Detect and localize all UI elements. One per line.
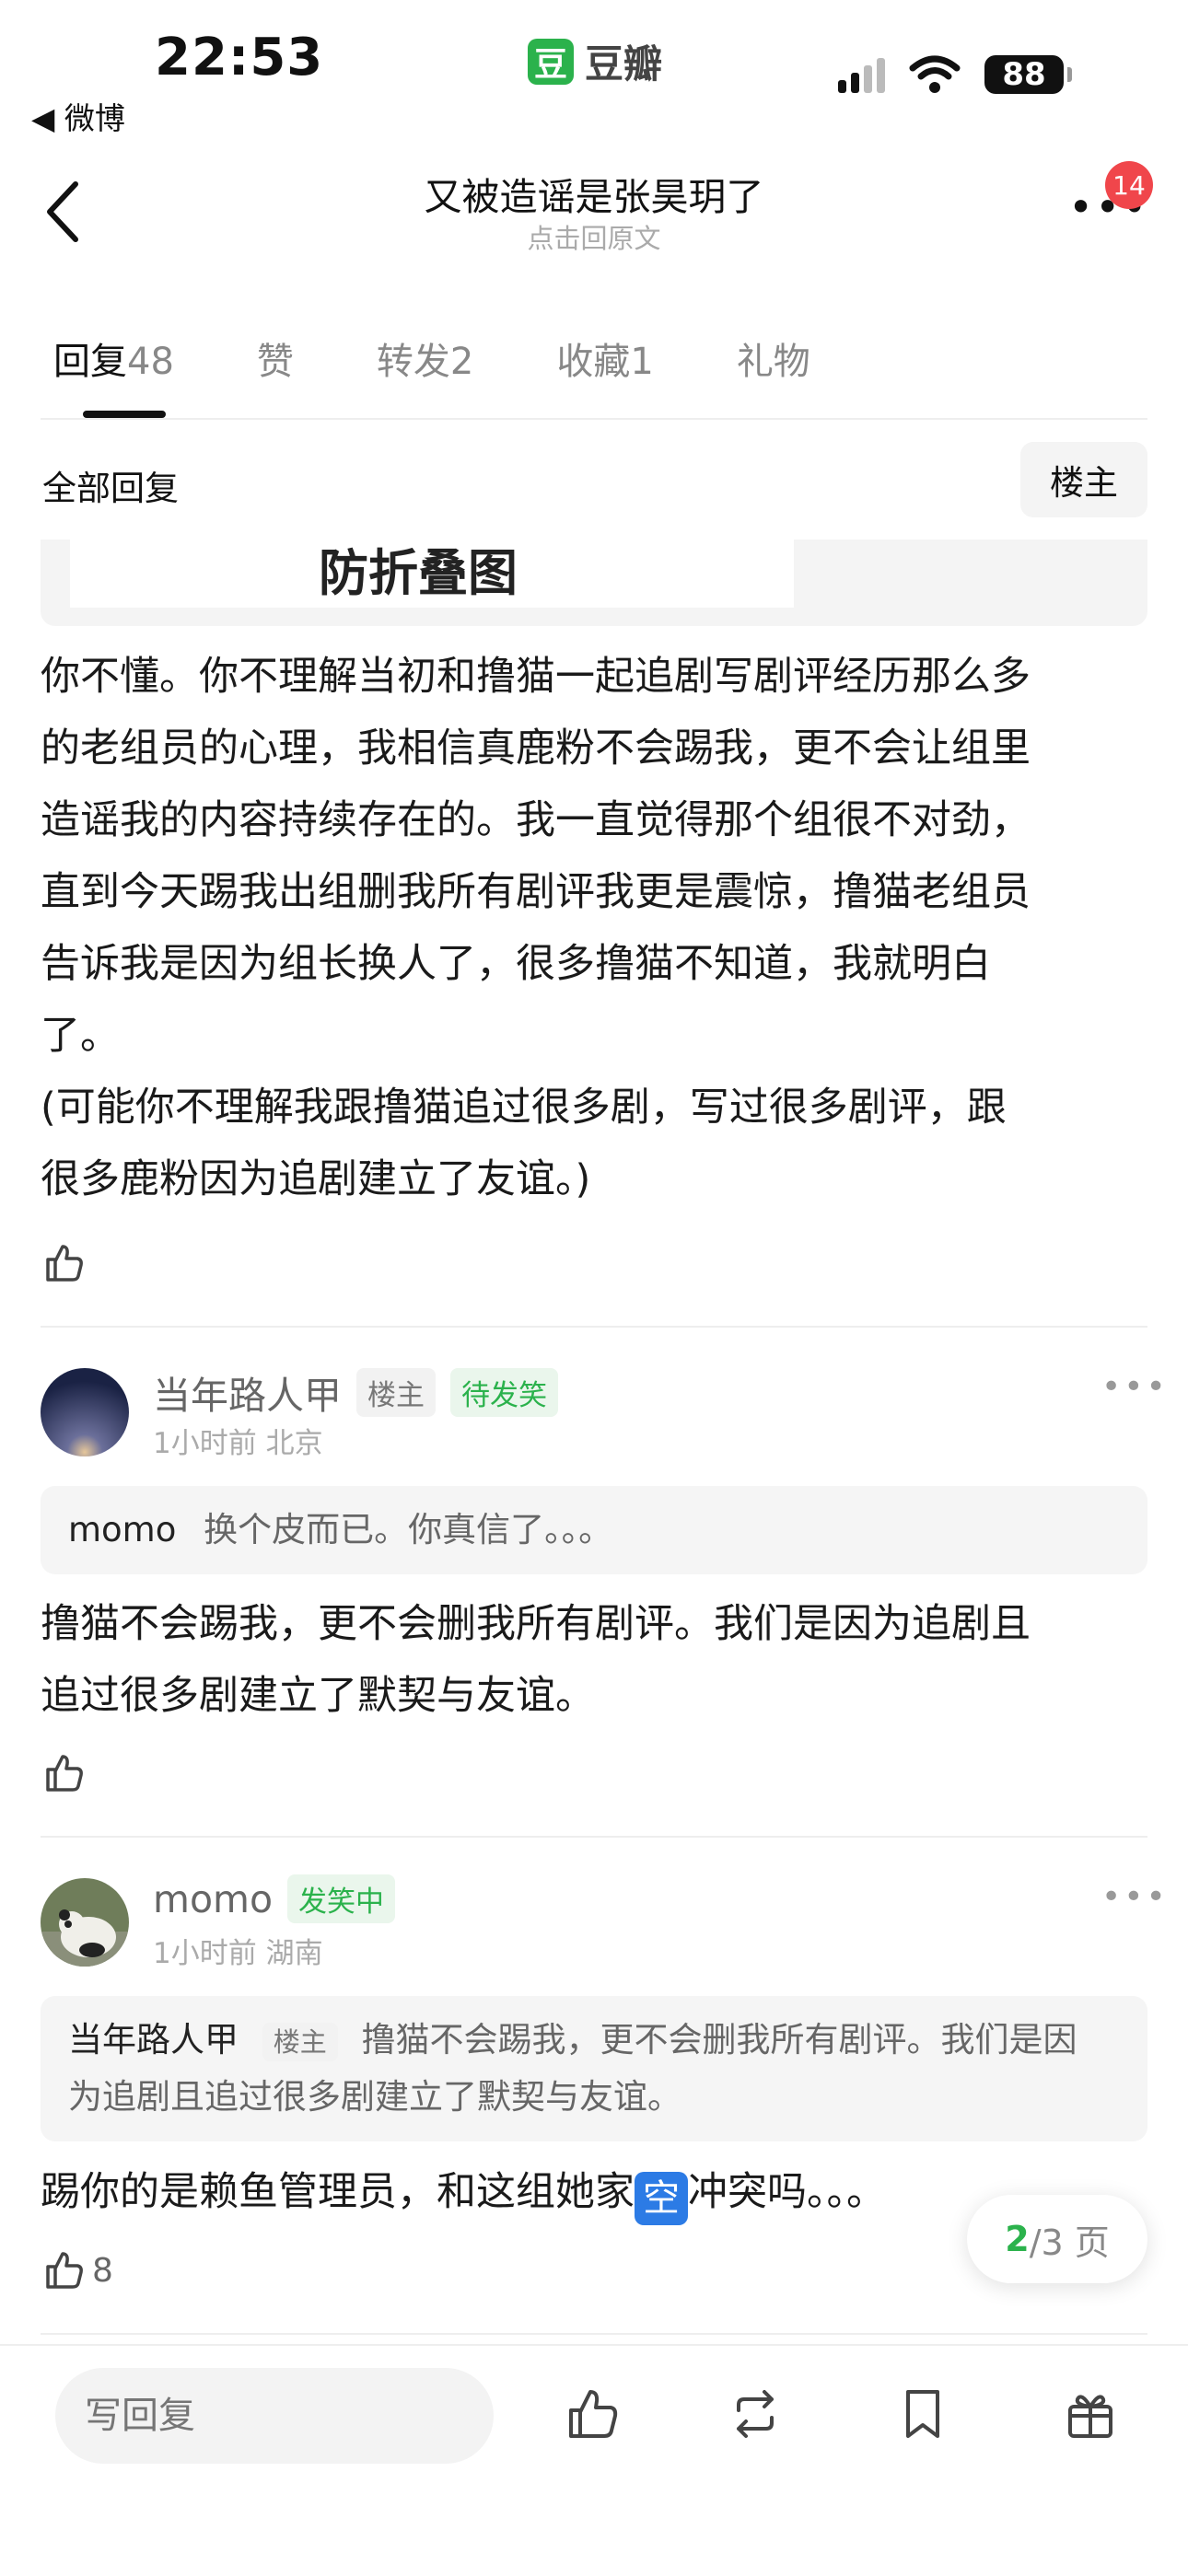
- image-caption: 防折叠图: [319, 544, 518, 602]
- status-tag: 发笑中: [287, 1874, 396, 1923]
- reply-header: momo 发笑中: [153, 1874, 396, 1923]
- post-line: 很多鹿粉因为追剧建立了友谊。): [41, 1156, 591, 1202]
- tab-replies[interactable]: 回复48: [53, 331, 174, 385]
- like-group[interactable]: 8: [42, 2248, 113, 2292]
- app-indicator: 豆 豆瓣: [528, 33, 662, 89]
- post-body: 你不懂。你不理解当初和撸猫一起追剧写剧评经历那么多 的老组员的心理，我相信真鹿粉…: [41, 641, 1155, 1215]
- back-to-original-link[interactable]: 点击回原文: [0, 217, 1188, 256]
- like-icon[interactable]: [42, 2248, 87, 2292]
- notification-badge: 14: [1105, 161, 1153, 209]
- divider: [41, 1326, 1147, 1328]
- status-tag: 待发笑: [450, 1367, 558, 1417]
- like-icon[interactable]: [42, 1241, 87, 1285]
- battery-icon: 88: [984, 55, 1072, 94]
- status-time: 22:53: [155, 28, 324, 87]
- wifi-icon: [909, 55, 961, 93]
- active-tab-indicator: [83, 411, 166, 418]
- page-indicator[interactable]: 2/3 页: [967, 2195, 1147, 2283]
- like-count: 8: [92, 2251, 113, 2290]
- post-line: 直到今天踢我出组删我所有剧评我更是震惊，撸猫老组员: [41, 869, 1031, 915]
- kong-emoji-icon: 空: [635, 2172, 688, 2225]
- current-page: 2: [1005, 2219, 1030, 2259]
- reply-line: 撸猫不会踢我，更不会删我所有剧评。我们是因为追剧且: [41, 1601, 1031, 1647]
- tab-likes[interactable]: 赞: [257, 331, 294, 385]
- username[interactable]: momo: [153, 1877, 273, 1921]
- back-to-weibo[interactable]: ◀ 微博: [31, 94, 125, 138]
- quoted-text: 撸猫不会踢我，更不会删我所有剧评。我们是因: [361, 2020, 1077, 2060]
- reply-line: 冲突吗。。。: [688, 2169, 886, 2215]
- owner-tag: 楼主: [356, 1367, 436, 1417]
- reply-body: 踢你的是赖鱼管理员，和这组她家空冲突吗。。。: [41, 2156, 961, 2228]
- reply-meta: 1小时前 湖南: [153, 1937, 323, 1970]
- douban-logo-icon: 豆: [528, 38, 574, 85]
- cellular-signal-icon: [838, 56, 885, 93]
- total-pages: /3 页: [1029, 2222, 1110, 2263]
- avatar[interactable]: [41, 1878, 129, 1967]
- like-icon[interactable]: [564, 2385, 623, 2443]
- tab-gifts[interactable]: 礼物: [737, 331, 810, 385]
- owner-tag: 楼主: [262, 2023, 338, 2061]
- post-line: 了。: [41, 1013, 120, 1059]
- divider: [41, 418, 1147, 420]
- repost-icon[interactable]: [726, 2385, 785, 2443]
- username[interactable]: 当年路人甲: [153, 1364, 342, 1420]
- reply-input[interactable]: [55, 2368, 494, 2464]
- more-options-icon[interactable]: •••: [1101, 1368, 1169, 1406]
- divider: [41, 2333, 1147, 2335]
- tab-collections[interactable]: 收藏1: [556, 331, 653, 385]
- page-title[interactable]: 又被造谣是张昊玥了: [0, 166, 1188, 221]
- quoted-text: 换个皮而已。你真信了。。。: [204, 1510, 613, 1549]
- all-replies-label: 全部回复: [42, 469, 179, 508]
- quoted-username: 当年路人甲: [68, 2020, 239, 2060]
- post-line: 告诉我是因为组长换人了，很多撸猫不知道，我就明白: [41, 941, 991, 987]
- divider: [41, 1836, 1147, 1838]
- post-line: 你不懂。你不理解当初和撸猫一起追剧写剧评经历那么多: [41, 654, 1031, 700]
- gift-icon[interactable]: [1061, 2385, 1120, 2443]
- reply-body: 撸猫不会踢我，更不会删我所有剧评。我们是因为追剧且 追过很多剧建立了默契与友谊。: [41, 1588, 1155, 1732]
- post-line: (可能你不理解我跟撸猫追过很多剧，写过很多剧评，跟: [41, 1085, 1007, 1131]
- like-icon[interactable]: [42, 1751, 87, 1795]
- reply-line: 踢你的是赖鱼管理员，和这组她家: [41, 2169, 635, 2215]
- app-name: 豆瓣: [585, 41, 663, 87]
- owner-only-button[interactable]: 楼主: [1020, 442, 1147, 517]
- post-line: 的老组员的心理，我相信真鹿粉不会踢我，更不会让组里: [41, 725, 1031, 772]
- tab-reposts[interactable]: 转发2: [377, 331, 473, 385]
- reply-meta: 1小时前 北京: [153, 1427, 323, 1460]
- tab-bar: 回复48 赞 转发2 收藏1 礼物: [53, 331, 893, 385]
- quoted-reply[interactable]: 当年路人甲 楼主 撸猫不会踢我，更不会删我所有剧评。我们是因 为追剧且追过很多剧…: [41, 1996, 1147, 2141]
- quoted-reply[interactable]: momo 换个皮而已。你真信了。。。: [41, 1486, 1147, 1574]
- quoted-username: momo: [68, 1510, 177, 1549]
- status-icons: 88: [838, 55, 1072, 94]
- reply-header: 当年路人甲 楼主 待发笑: [153, 1364, 558, 1420]
- more-options-icon[interactable]: •••: [1101, 1878, 1169, 1916]
- avatar[interactable]: [41, 1368, 129, 1456]
- quoted-text: 为追剧且追过很多剧建立了默契与友谊。: [68, 2077, 681, 2117]
- bookmark-icon[interactable]: [893, 2385, 952, 2443]
- post-line: 造谣我的内容持续存在的。我一直觉得那个组很不对劲，: [41, 797, 1031, 843]
- reply-line: 追过很多剧建立了默契与友谊。: [41, 1673, 595, 1719]
